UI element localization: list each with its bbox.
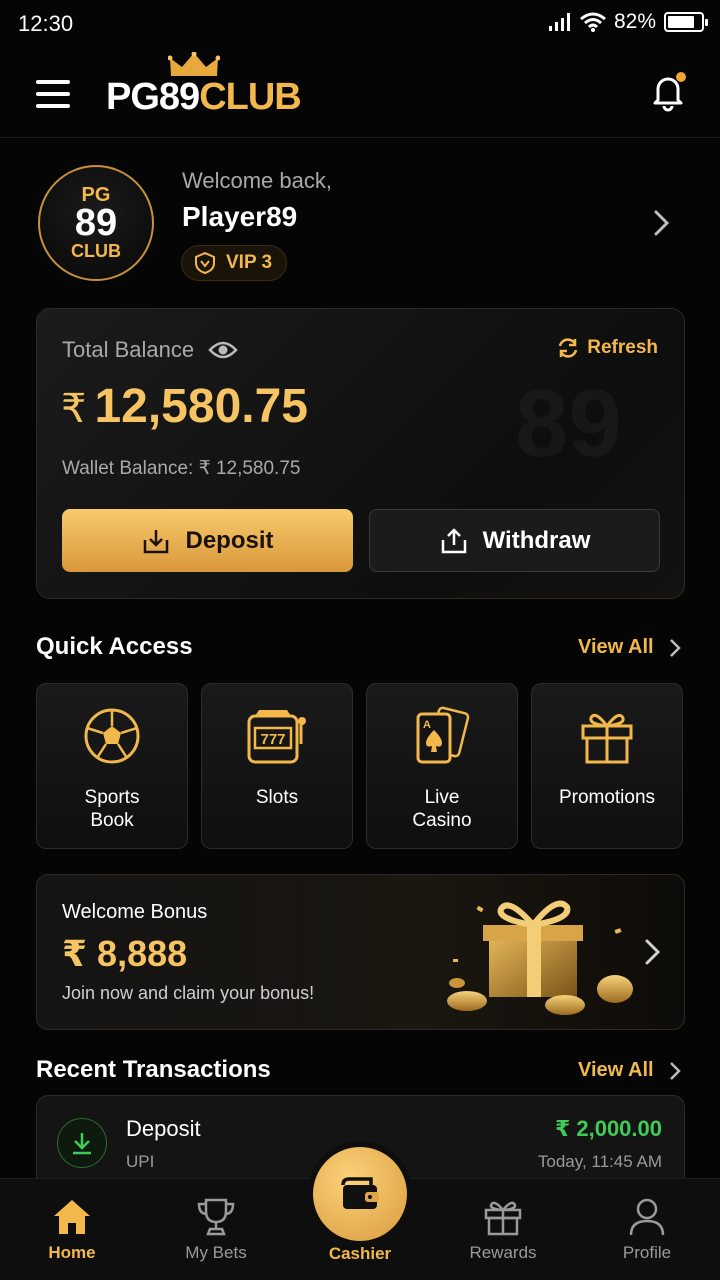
- notification-dot: [676, 72, 686, 82]
- tile-label: Promotions: [558, 787, 656, 808]
- wallet-icon: [341, 1177, 379, 1209]
- status-bar: 12:30 82%: [0, 0, 720, 48]
- tile-slots[interactable]: 777 Slots: [201, 683, 353, 849]
- balance-card: 89 Total Balance Refresh ₹12,580.75 Wall…: [36, 308, 685, 599]
- nav-cashier-label: Cashier: [328, 1244, 392, 1263]
- status-time: 12:30: [18, 11, 74, 36]
- cashier-button[interactable]: [313, 1147, 407, 1241]
- app-header: PG89CLUB: [0, 48, 720, 138]
- deposit-arrow-icon: [57, 1118, 107, 1168]
- battery-icon: [664, 12, 708, 32]
- deposit-button[interactable]: Deposit: [62, 509, 353, 572]
- bonus-subtitle: Join now and claim your bonus!: [62, 983, 315, 1003]
- tile-label: Slots: [255, 787, 299, 808]
- trophy-icon: [197, 1198, 235, 1236]
- gift-icon: [484, 1201, 522, 1236]
- tile-promotions[interactable]: Promotions: [531, 683, 683, 849]
- avatar-text-bottom: CLUB: [71, 241, 121, 261]
- refresh-icon: [559, 338, 578, 358]
- nav-rewards[interactable]: Rewards: [448, 1197, 558, 1263]
- logo-text-club: CLUB: [199, 76, 302, 118]
- tile-live-casino[interactable]: A Live Casino: [366, 683, 518, 849]
- chevron-right-icon: [669, 638, 681, 657]
- app-logo[interactable]: PG89CLUB: [106, 76, 302, 119]
- nav-label: Profile: [622, 1243, 672, 1262]
- nav-my-bets[interactable]: My Bets: [161, 1197, 271, 1263]
- wallet-balance: Wallet Balance: ₹ 12,580.75: [62, 458, 301, 479]
- crown-icon: [168, 52, 220, 76]
- vip-label: VIP 3: [226, 252, 273, 273]
- view-all-label: View All: [578, 636, 654, 658]
- deposit-label: Deposit: [185, 526, 274, 554]
- status-indicators: 82%: [548, 10, 708, 34]
- quick-access-title: Quick Access: [36, 633, 193, 660]
- nav-label: My Bets: [185, 1243, 247, 1262]
- withdraw-button[interactable]: Withdraw: [369, 509, 660, 572]
- bonus-amount: ₹ 8,888: [62, 933, 188, 974]
- welcome-bonus-banner[interactable]: Welcome Bonus ₹ 8,888 Join now and claim…: [36, 874, 685, 1030]
- logo-text-pg: PG: [106, 76, 160, 118]
- chevron-right-icon[interactable]: [643, 939, 663, 965]
- tile-label: Sports Book: [84, 787, 140, 831]
- total-balance-text: Total Balance: [62, 337, 195, 362]
- nav-home[interactable]: Home: [17, 1197, 127, 1263]
- transaction-type: Deposit: [126, 1116, 201, 1141]
- eye-icon[interactable]: [208, 339, 238, 361]
- watermark-logo: 89: [515, 369, 622, 479]
- nav-label: Home: [48, 1243, 96, 1262]
- svg-text:A: A: [423, 719, 431, 731]
- chevron-right-icon[interactable]: [650, 210, 674, 236]
- vip-shield-icon: [195, 252, 215, 274]
- transaction-amount: ₹ 2,000.00: [554, 1116, 662, 1141]
- avatar[interactable]: PG 89 CLUB: [38, 165, 154, 281]
- chevron-right-icon: [669, 1061, 681, 1080]
- avatar-text-mid: 89: [74, 202, 118, 244]
- gift-box-illustration: [447, 900, 633, 1015]
- gift-icon: [581, 713, 633, 764]
- soccer-ball-icon: [84, 708, 140, 764]
- signal-icon: [548, 13, 570, 31]
- transactions-view-all[interactable]: View All: [578, 1059, 682, 1082]
- withdraw-icon: [441, 527, 466, 553]
- username: Player89: [182, 201, 298, 232]
- currency-symbol: ₹: [61, 387, 87, 431]
- playing-cards-icon: A: [416, 706, 470, 764]
- slot-machine-icon: 777: [247, 710, 306, 764]
- nav-label: Rewards: [469, 1243, 537, 1262]
- total-balance-label: Total Balance: [62, 337, 238, 363]
- recent-transactions-title: Recent Transactions: [36, 1056, 271, 1083]
- refresh-label: Refresh: [587, 337, 658, 358]
- quick-access-view-all[interactable]: View All: [578, 636, 682, 659]
- transaction-method: UPI: [126, 1152, 155, 1171]
- transaction-time: Today, 11:45 AM: [537, 1152, 662, 1171]
- refresh-button[interactable]: Refresh: [557, 337, 658, 359]
- battery-percent: 82%: [613, 10, 656, 33]
- bonus-title: Welcome Bonus: [62, 901, 208, 923]
- balance-value: 12,580.75: [94, 380, 308, 433]
- welcome-text: Welcome back,: [182, 168, 332, 193]
- deposit-icon: [144, 529, 169, 553]
- user-icon: [629, 1198, 665, 1236]
- home-icon: [54, 1200, 90, 1234]
- withdraw-label: Withdraw: [482, 526, 591, 554]
- view-all-label: View All: [578, 1059, 654, 1081]
- wifi-icon: [580, 12, 606, 32]
- vip-badge[interactable]: VIP 3: [181, 245, 288, 281]
- balance-amount: ₹12,580.75: [61, 379, 308, 434]
- tile-label: Live Casino: [412, 787, 472, 831]
- nav-profile[interactable]: Profile: [592, 1197, 702, 1263]
- menu-icon[interactable]: [36, 80, 70, 108]
- svg-text:777: 777: [260, 731, 285, 748]
- logo-text-number: 89: [158, 76, 200, 118]
- tile-sports-book[interactable]: Sports Book: [36, 683, 188, 849]
